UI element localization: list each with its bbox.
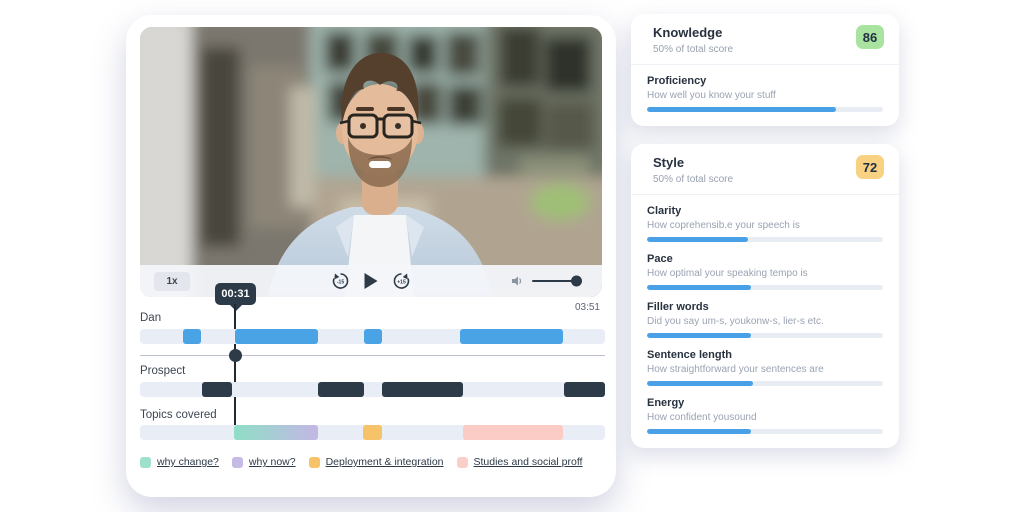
metric-progress-fill (647, 381, 754, 386)
metric-progress-bar (647, 333, 883, 338)
svg-text:+15: +15 (397, 280, 406, 286)
legend-label[interactable]: Deployment & integration (326, 456, 444, 468)
legend-item[interactable]: why now? (231, 456, 296, 468)
metric-description: How straightforward your sentences are (647, 364, 824, 375)
legend-item[interactable]: Deployment & integration (308, 456, 444, 468)
playhead-line[interactable] (234, 304, 236, 440)
metric-progress-fill (647, 429, 751, 434)
skip-back-icon: -15 (332, 273, 349, 289)
metric-row: Proficiency How well you know your stuff (647, 75, 883, 112)
track-segment[interactable] (234, 329, 318, 344)
legend-label[interactable]: Studies and social proff (474, 456, 583, 468)
track-segment[interactable] (363, 329, 382, 344)
metric-description: How confident yousound (647, 412, 757, 423)
card-header: Style 50% of total score 72 (631, 144, 899, 195)
track-segment[interactable] (234, 425, 318, 440)
metric-row: Clarity How coprehensib.e your speech is (647, 205, 883, 242)
play-button[interactable] (364, 273, 378, 289)
metric-row: Sentence length How straightforward your … (647, 349, 883, 386)
card-title: Style (653, 155, 685, 170)
legend-item[interactable]: why change? (140, 456, 219, 468)
metric-progress-bar (647, 429, 883, 434)
score-badge: 72 (856, 155, 884, 179)
video-player[interactable]: 1x -15 +15 (140, 27, 602, 297)
volume-slider[interactable] (532, 275, 582, 287)
metric-name: Filler words (647, 301, 709, 313)
card-title: Knowledge (653, 25, 723, 40)
metric-description: How coprehensib.e your speech is (647, 220, 800, 231)
metrics-list: Clarity How coprehensib.e your speech is P… (631, 195, 899, 448)
play-icon (364, 273, 378, 289)
track-segment[interactable] (318, 382, 364, 397)
metric-progress-bar (647, 107, 883, 112)
card-header: Knowledge 50% of total score 86 (631, 14, 899, 65)
track-segment[interactable] (460, 329, 563, 344)
skip-forward-icon: +15 (393, 273, 410, 289)
metric-name: Energy (647, 397, 685, 409)
style-score-card: Style 50% of total score 72 Clarity How c… (631, 144, 899, 448)
metric-progress-bar (647, 237, 883, 242)
metric-row: Pace How optimal your speaking tempo is (647, 253, 883, 290)
volume-knob[interactable] (571, 275, 582, 287)
topics-track[interactable] (140, 425, 605, 440)
legend-label[interactable]: why now? (249, 456, 296, 468)
legend-color-swatch (456, 456, 468, 468)
playhead-dot[interactable] (229, 349, 242, 362)
knowledge-score-card: Knowledge 50% of total score 86 Proficie… (631, 14, 899, 126)
track-segment[interactable] (462, 425, 563, 440)
metric-row: Filler words Did you say um-s, youkonw-s,… (647, 301, 883, 338)
track-label-dan: Dan (140, 312, 162, 324)
timeline-divider (140, 355, 605, 356)
legend-color-swatch (140, 456, 151, 468)
score-badge: 86 (856, 25, 884, 49)
video-analysis-card: 1x -15 +15 00:31 03:51 Dan Prospect Topi… (126, 15, 616, 497)
svg-text:-15: -15 (337, 280, 344, 286)
metric-progress-fill (647, 237, 749, 242)
legend-color-swatch (308, 456, 320, 468)
track-segment[interactable] (563, 382, 605, 397)
metric-name: Clarity (647, 205, 682, 217)
playback-speed-button[interactable]: 1x (154, 271, 190, 291)
skip-forward-15-button[interactable]: +15 (392, 271, 412, 291)
metric-name: Proficiency (647, 75, 707, 87)
metric-name: Pace (647, 253, 673, 265)
track-label-prospect: Prospect (140, 365, 186, 377)
card-subtitle: 50% of total score (653, 174, 734, 185)
speaker-track-dan[interactable] (140, 329, 605, 344)
topics-legend: why change? why now? Deployment & integrat… (140, 456, 602, 468)
metric-description: How optimal your speaking tempo is (647, 268, 808, 279)
speaker-track-prospect[interactable] (140, 382, 605, 397)
metric-name: Sentence length (647, 349, 732, 361)
video-frame-illustration (140, 27, 602, 297)
metric-description: Did you say um-s, youkonw-s, lier-s etc. (647, 316, 824, 327)
legend-item[interactable]: Studies and social proff (456, 456, 583, 468)
metric-progress-fill (647, 285, 751, 290)
skip-back-15-button[interactable]: -15 (331, 271, 351, 291)
metric-progress-fill (647, 333, 751, 338)
track-segment[interactable] (363, 425, 383, 440)
legend-color-swatch (231, 456, 243, 468)
metric-description: How well you know your stuff (647, 90, 776, 101)
track-segment[interactable] (201, 382, 232, 397)
track-segment[interactable] (183, 329, 201, 344)
page-background: { "player": { "speed": "1x", "skip_back"… (0, 0, 1024, 512)
metric-row: Energy How confident yousound (647, 397, 883, 434)
metric-progress-fill (647, 107, 836, 112)
track-segment[interactable] (381, 382, 463, 397)
metric-progress-bar (647, 381, 883, 386)
metrics-list: Proficiency How well you know your stuff (631, 65, 899, 126)
playhead-time-badge[interactable]: 00:31 (215, 283, 256, 305)
metric-progress-bar (647, 285, 883, 290)
video-controls-bar: 1x -15 +15 (140, 265, 602, 297)
total-duration-label: 03:51 (574, 302, 600, 313)
legend-label[interactable]: why change? (157, 456, 219, 468)
card-subtitle: 50% of total score (653, 44, 734, 55)
track-label-topics: Topics covered (140, 409, 217, 421)
speaker-icon[interactable] (510, 274, 524, 288)
